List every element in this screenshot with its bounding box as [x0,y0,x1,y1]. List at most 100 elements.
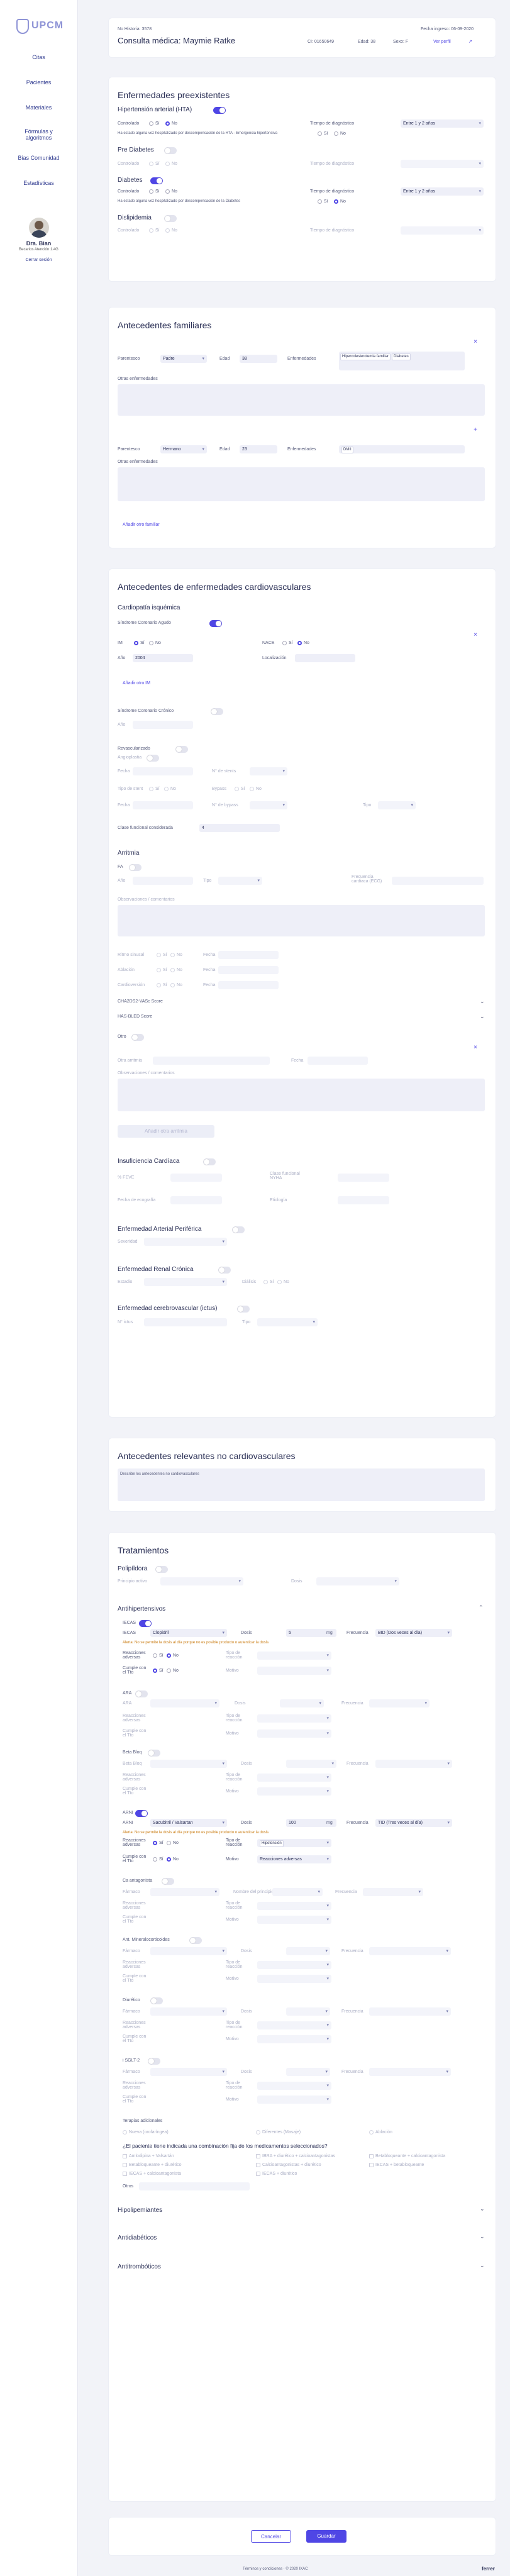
functional-class-input[interactable]: 4 [199,824,280,832]
etiology-input[interactable] [338,1196,389,1204]
hta-hosp-no[interactable] [334,131,338,136]
reaction-type-select[interactable] [257,1961,331,1969]
adh-yes[interactable] [153,1857,157,1862]
pre-no[interactable] [165,162,170,166]
ara-toggle[interactable] [135,1690,148,1697]
avatar[interactable] [28,218,49,238]
diuretic-dose-select[interactable] [286,2007,330,2016]
therapy-option[interactable] [369,2130,374,2135]
dis-yes[interactable] [149,228,153,233]
hta-toggle[interactable] [213,107,226,114]
dyslipidemia-toggle[interactable] [164,215,177,222]
rhythm-yes[interactable] [157,953,161,957]
ecg-input[interactable] [392,877,484,885]
dialysis-no[interactable] [277,1280,282,1284]
arni-drug-select[interactable]: Sacubitril / Valsartan [150,1819,227,1827]
stent-yes[interactable] [149,787,153,791]
diab-hosp-yes[interactable] [318,199,322,204]
iecas-toggle[interactable] [139,1620,152,1627]
sidebar-item-estadisticas[interactable]: Estadísticas [0,174,77,192]
sglt2-dose-select[interactable] [286,2068,330,2076]
diuretic-drug-select[interactable] [150,2007,227,2016]
remove-im-icon[interactable]: × [472,632,479,638]
ca-principle-select[interactable] [272,1888,323,1896]
reac-yes[interactable] [153,1653,157,1658]
therapy-option[interactable] [123,2130,127,2135]
beta-dose-select[interactable] [286,1760,336,1768]
adh-no[interactable] [167,1857,171,1862]
reason-select[interactable]: Reacciones adversas [257,1855,331,1863]
other-arrhythmia-toggle[interactable] [131,1034,144,1041]
bypass-yes[interactable] [235,787,239,791]
reason-select[interactable] [257,2035,331,2043]
pre-yes[interactable] [149,162,153,166]
age-input[interactable]: 38 [240,355,277,363]
add-relative-link[interactable]: Añadir otro familiar [123,523,160,527]
diab-no[interactable] [165,189,170,194]
reason-select[interactable] [257,1975,331,1983]
stroke-count-input[interactable] [144,1318,227,1326]
reason-select[interactable] [257,1729,331,1738]
sidebar-item-citas[interactable]: Citas [0,48,77,67]
arni-toggle[interactable] [135,1810,148,1817]
im-no[interactable] [149,641,153,645]
diabetes-diagnosis-select[interactable]: Entre 1 y 2 años [401,187,484,196]
severity-select[interactable] [144,1238,227,1246]
nyha-input[interactable] [338,1174,389,1182]
reac-yes[interactable] [153,1841,157,1845]
relationship-select[interactable]: Hermano [160,445,207,453]
fa-year-input[interactable] [133,877,193,885]
ckd-toggle[interactable] [218,1267,231,1274]
im-location-input[interactable] [295,654,355,662]
sglt2-frequency-select[interactable] [369,2068,451,2076]
ara-frequency-select[interactable] [369,1699,430,1707]
ca-toggle[interactable] [162,1878,174,1885]
reac-no[interactable] [167,1841,171,1845]
sglt2-drug-select[interactable] [150,2068,227,2076]
cancel-button[interactable]: Cancelar [251,2530,291,2543]
cardio-no[interactable] [170,983,175,987]
iecas-frequency-select[interactable]: BID (Dos veces al día) [375,1629,452,1637]
chevron-down-icon[interactable]: ⌄ [480,2233,485,2240]
antimin-toggle[interactable] [189,1937,202,1944]
rhythm-date-input[interactable] [218,951,279,959]
other-diseases-textarea[interactable] [118,384,485,416]
polypill-toggle[interactable] [155,1566,168,1573]
combo-checkbox[interactable] [123,2154,127,2158]
add-relative-icon[interactable]: + [472,427,479,433]
reaction-type-select[interactable] [257,1652,331,1660]
reac-no[interactable] [167,1653,171,1658]
reason-select[interactable] [257,1667,331,1675]
reaction-type-select[interactable] [257,1714,331,1723]
reason-select[interactable] [257,2096,331,2104]
add-arrhythmia-button[interactable]: Añadir otra arritmia [118,1125,214,1138]
hta-controlled-yes[interactable] [149,121,153,126]
arrhythmia-name-input[interactable] [153,1057,270,1065]
arrhythmia-date-input[interactable] [308,1057,368,1065]
other-diseases-textarea[interactable] [118,467,485,501]
angio-date-input[interactable] [133,767,193,775]
relationship-select[interactable]: Padre [160,355,207,363]
iecas-drug-select[interactable]: Clopidril [150,1629,227,1637]
reaction-type-select[interactable] [257,1902,331,1910]
external-link-icon[interactable]: ↗ [468,39,472,44]
nace-yes[interactable] [282,641,287,645]
diab-yes[interactable] [149,189,153,194]
pre-diagnosis-select[interactable] [401,160,484,168]
save-button[interactable]: Guardar [306,2530,346,2543]
antimin-dose-select[interactable] [286,1947,330,1955]
bypass-type-select[interactable] [378,801,416,809]
stents-select[interactable] [250,767,287,775]
fa-toggle[interactable] [129,864,141,871]
adh-yes[interactable] [153,1668,157,1673]
combo-checkbox[interactable] [369,2163,374,2167]
add-im-link[interactable]: Añadir otro IM [123,681,150,686]
antimin-drug-select[interactable] [150,1947,227,1955]
therapy-option[interactable] [256,2130,260,2135]
hta-controlled-no[interactable] [165,121,170,126]
fa-type-select[interactable] [218,877,262,885]
chevron-down-icon[interactable]: ⌄ [480,2206,485,2212]
cerebrovascular-toggle[interactable] [237,1306,250,1313]
angioplasty-toggle[interactable] [147,755,159,762]
antimin-frequency-select[interactable] [369,1947,451,1955]
